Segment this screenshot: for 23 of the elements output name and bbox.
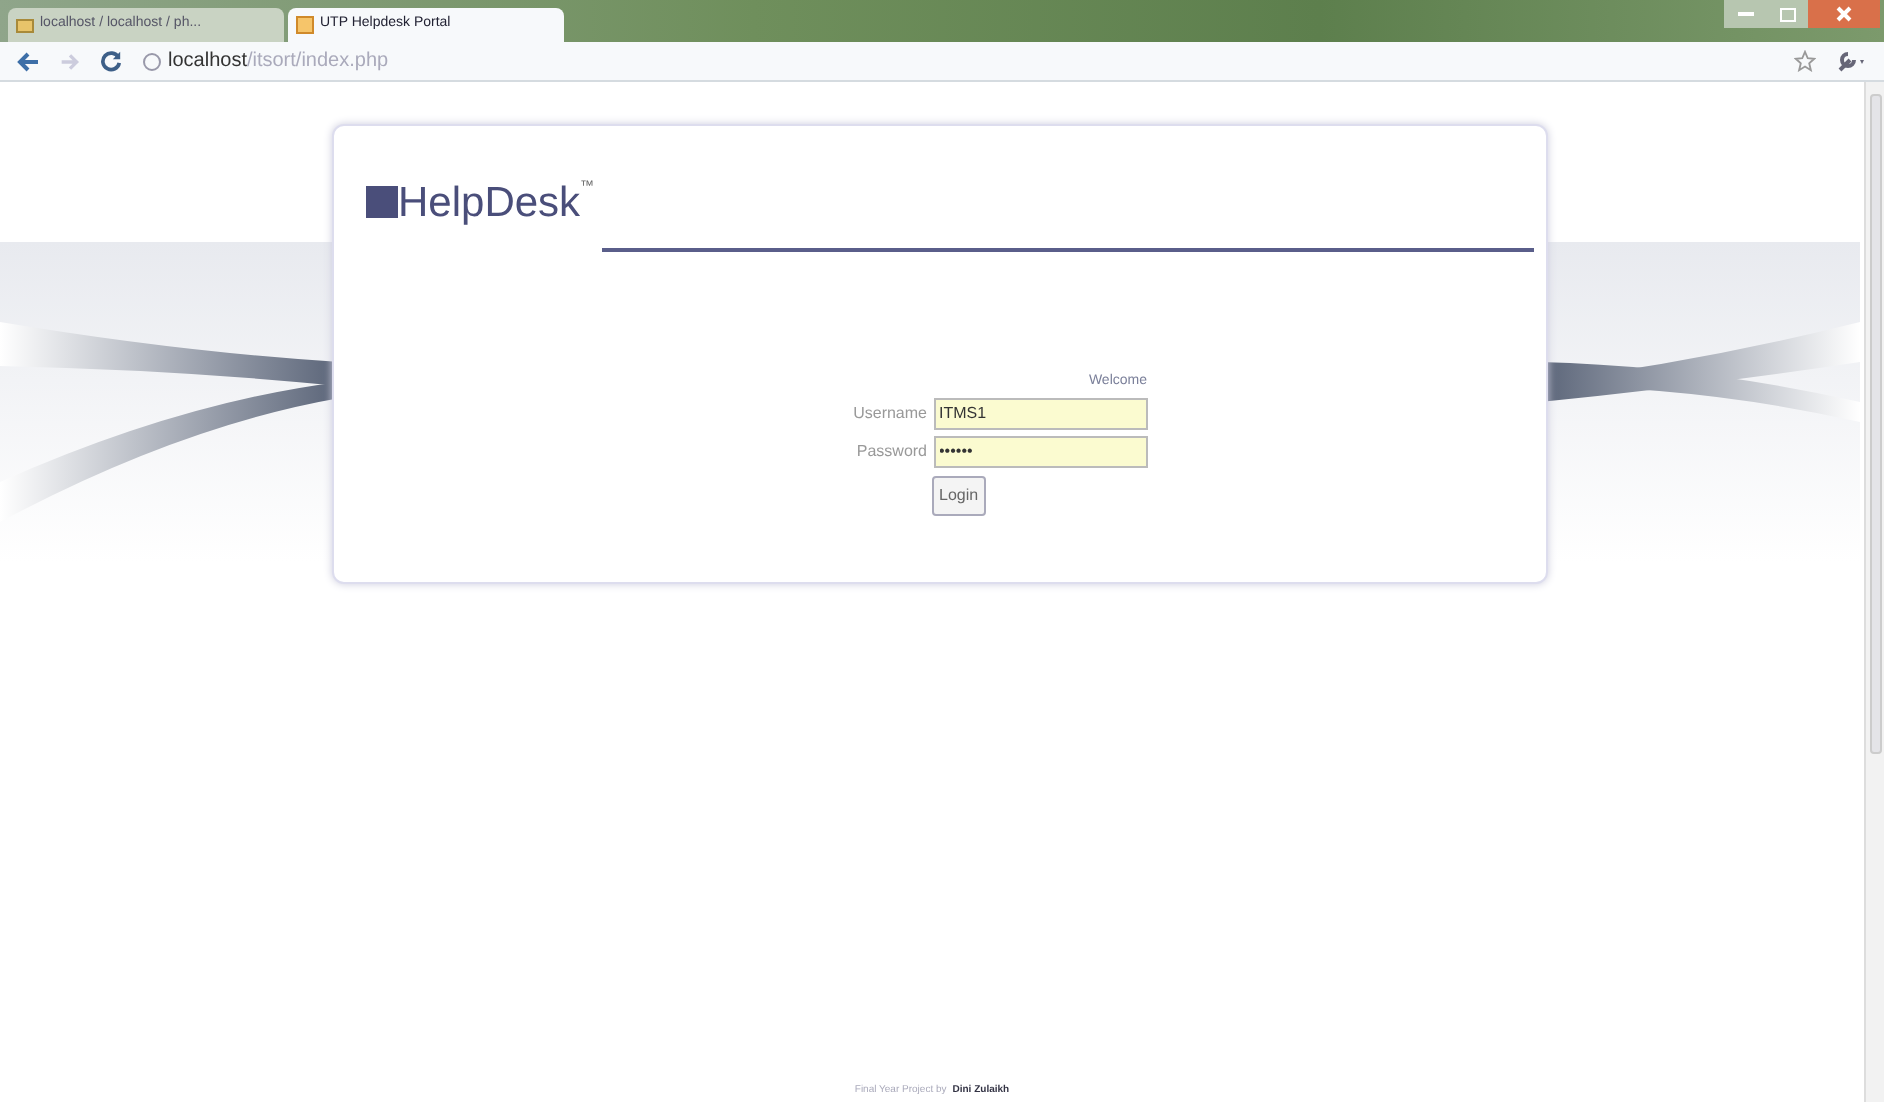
logo-text: HelpDesk: [398, 182, 581, 224]
maximize-button[interactable]: [1768, 0, 1808, 28]
field-label: Password: [854, 439, 927, 463]
input-field[interactable]: ••••••: [933, 435, 1147, 467]
wrench-icon[interactable]: [1836, 50, 1868, 72]
field-label: Username: [851, 401, 927, 425]
scrollbar[interactable]: [1864, 82, 1884, 1102]
folder-icon: [16, 16, 34, 34]
address-bar[interactable]: localhost/itsort/index.php: [142, 51, 389, 71]
back-icon[interactable]: [16, 51, 40, 71]
logo-icon: [366, 186, 398, 218]
forward-icon[interactable]: [60, 51, 80, 71]
mail-icon: [296, 16, 314, 34]
close-button[interactable]: [1808, 0, 1880, 28]
url-path: /itsort/index.php: [246, 51, 389, 71]
login-button[interactable]: Login: [931, 475, 987, 515]
close-icon: [1836, 6, 1852, 22]
url-host: localhost: [168, 51, 247, 71]
page-icon: [142, 51, 162, 71]
star-icon[interactable]: [1794, 50, 1816, 72]
input-field[interactable]: ITMS1: [933, 397, 1147, 429]
minimize-button[interactable]: [1724, 0, 1768, 28]
reload-icon[interactable]: [100, 50, 122, 72]
